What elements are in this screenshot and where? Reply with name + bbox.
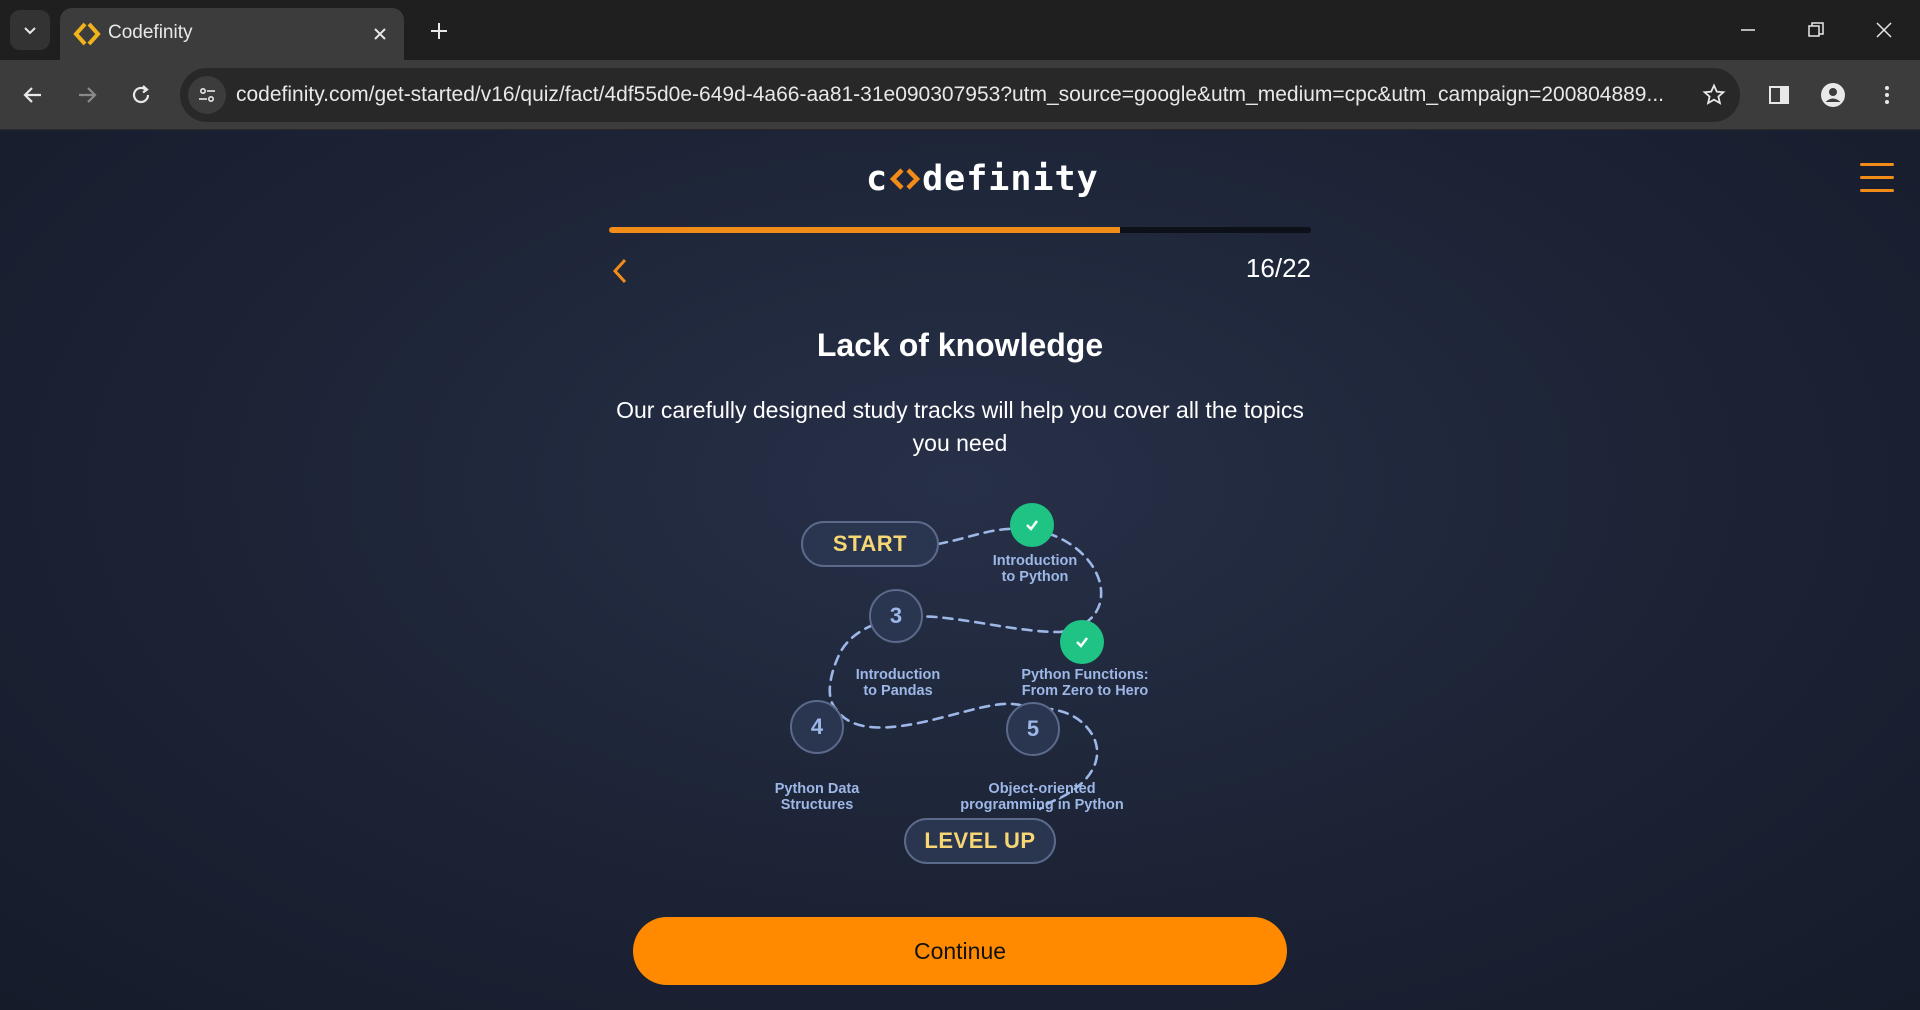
hamburger-menu-icon[interactable] (1860, 163, 1894, 193)
step-1-check-icon (1010, 503, 1054, 547)
reload-icon (132, 85, 150, 104)
step-3-label: Introduction to Pandas (855, 667, 941, 699)
logo-text-start: c (866, 159, 889, 199)
step-3-marker: 3 (869, 589, 923, 643)
quiz-page: c definity 16/22 Lack of knowledge Our c… (0, 131, 1920, 1010)
step-1-label: Introduction to Python (992, 553, 1078, 585)
close-tab-icon[interactable] (368, 22, 392, 46)
reload-button[interactable] (120, 74, 162, 116)
close-window-button[interactable] (1862, 10, 1906, 50)
side-panel-icon (1769, 86, 1789, 104)
back-button[interactable] (12, 74, 54, 116)
page-title: Lack of knowledge (816, 327, 1104, 363)
code-brackets-icon (890, 168, 921, 190)
chevron-left-icon (612, 258, 627, 284)
codefinity-logo[interactable]: c definity (866, 157, 1099, 201)
forward-button[interactable] (66, 74, 108, 116)
more-vertical-icon (1885, 86, 1889, 104)
browser-toolbar: codefinity.com/get-started/v16/quiz/fact… (0, 60, 1920, 130)
browser-tab-bar: Codefinity (0, 0, 1920, 60)
url-text[interactable]: codefinity.com/get-started/v16/quiz/fact… (236, 83, 1666, 107)
quiz-step-counter: 16/22 (1245, 253, 1311, 283)
study-track-roadmap: START Introduction to Python Python Func… (760, 493, 1160, 893)
chevron-down-icon (24, 27, 36, 35)
quiz-back-button[interactable] (606, 255, 634, 287)
browser-menu-button[interactable] (1866, 74, 1908, 116)
step-2-check-icon (1060, 620, 1104, 664)
arrow-right-icon (79, 87, 97, 103)
page-subtitle: Our carefully designed study tracks will… (616, 397, 1304, 456)
tab-search-button[interactable] (10, 10, 50, 50)
logo-text-end: definity (922, 159, 1099, 199)
step-4-marker: 4 (790, 700, 844, 754)
minimize-icon (1741, 29, 1755, 31)
step-5-marker: 5 (1006, 702, 1060, 756)
roadmap-start-pill: START (801, 521, 939, 567)
continue-button[interactable]: Continue (633, 917, 1287, 985)
plus-icon (431, 23, 447, 39)
site-info-button[interactable] (188, 76, 226, 114)
minimize-window-button[interactable] (1726, 10, 1770, 50)
close-icon (1876, 22, 1892, 38)
restore-window-button[interactable] (1794, 10, 1838, 50)
step-2-label: Python Functions: From Zero to Hero (1021, 667, 1149, 699)
profile-avatar-icon (1821, 83, 1845, 107)
codefinity-favicon-icon (73, 22, 101, 46)
roadmap-level-up-pill: LEVEL UP (904, 818, 1056, 864)
tab-title: Codefinity (108, 22, 193, 43)
quiz-progress-fill (609, 227, 1120, 233)
side-panel-button[interactable] (1758, 74, 1800, 116)
browser-tab-codefinity[interactable]: Codefinity (60, 8, 404, 60)
address-bar[interactable]: codefinity.com/get-started/v16/quiz/fact… (180, 68, 1740, 122)
quiz-progress-bar (609, 227, 1311, 233)
profile-button[interactable] (1812, 74, 1854, 116)
bookmark-star-icon[interactable] (1700, 81, 1728, 109)
arrow-left-icon (23, 87, 41, 103)
step-5-label: Object-oriented programming in Python (960, 781, 1124, 813)
step-4-label: Python Data Structures (774, 781, 860, 813)
new-tab-button[interactable] (422, 14, 456, 48)
restore-icon (1808, 22, 1824, 37)
tune-icon (199, 87, 215, 103)
